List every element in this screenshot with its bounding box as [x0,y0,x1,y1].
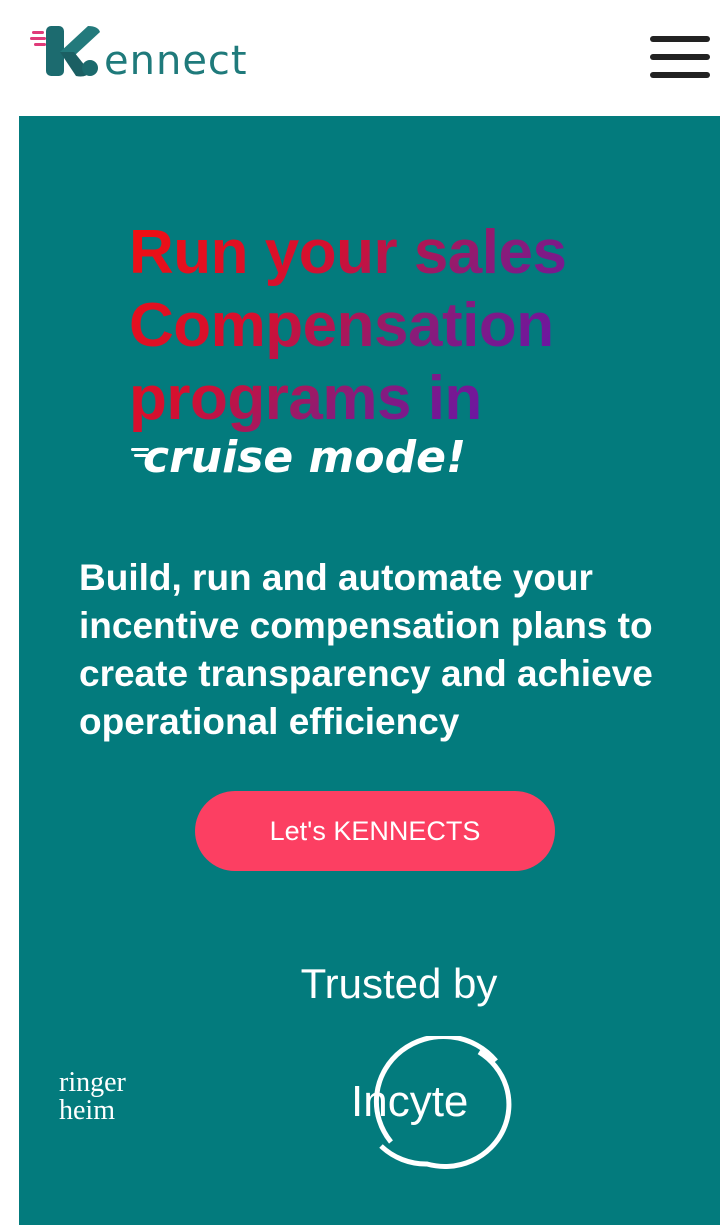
headline-line: Run your sales [129,218,567,287]
tagline-text: cruise mode! [143,432,467,483]
kennect-logo-mark-icon [30,26,100,77]
subtext-line: incentive compensation plans to [79,605,653,646]
incyte-logo-text: Incyte [351,1077,468,1126]
hamburger-menu-icon[interactable] [650,36,710,78]
subtext-line: operational efficiency [79,701,460,742]
partner-logo-line: heim [59,1095,115,1126]
hero-subtext: Build, run and automate your incentive c… [79,554,699,746]
kennect-logo[interactable]: ennect [30,22,250,86]
incyte-logo: Incyte [351,1036,512,1169]
subtext-line: Build, run and automate your [79,557,593,598]
brand-name: ennect [104,38,248,84]
site-header: ennect [0,0,720,116]
trusted-by-heading: Trusted by [300,960,498,1007]
headline-line: Compensation [129,291,554,360]
partner-logo-line: ringer [59,1067,126,1098]
cruise-tagline: cruise mode! [131,432,491,483]
headline-line: programs in [129,364,482,433]
hero-section: Run your sales Compensation programs in … [19,116,720,1225]
partner-logo-partial: ringer heim [59,1069,126,1125]
hero-headline: Run your sales Compensation programs in [129,216,579,435]
subtext-line: create transparency and achieve [79,653,653,694]
lets-kennects-button[interactable]: Let's KENNECTS [195,791,555,871]
